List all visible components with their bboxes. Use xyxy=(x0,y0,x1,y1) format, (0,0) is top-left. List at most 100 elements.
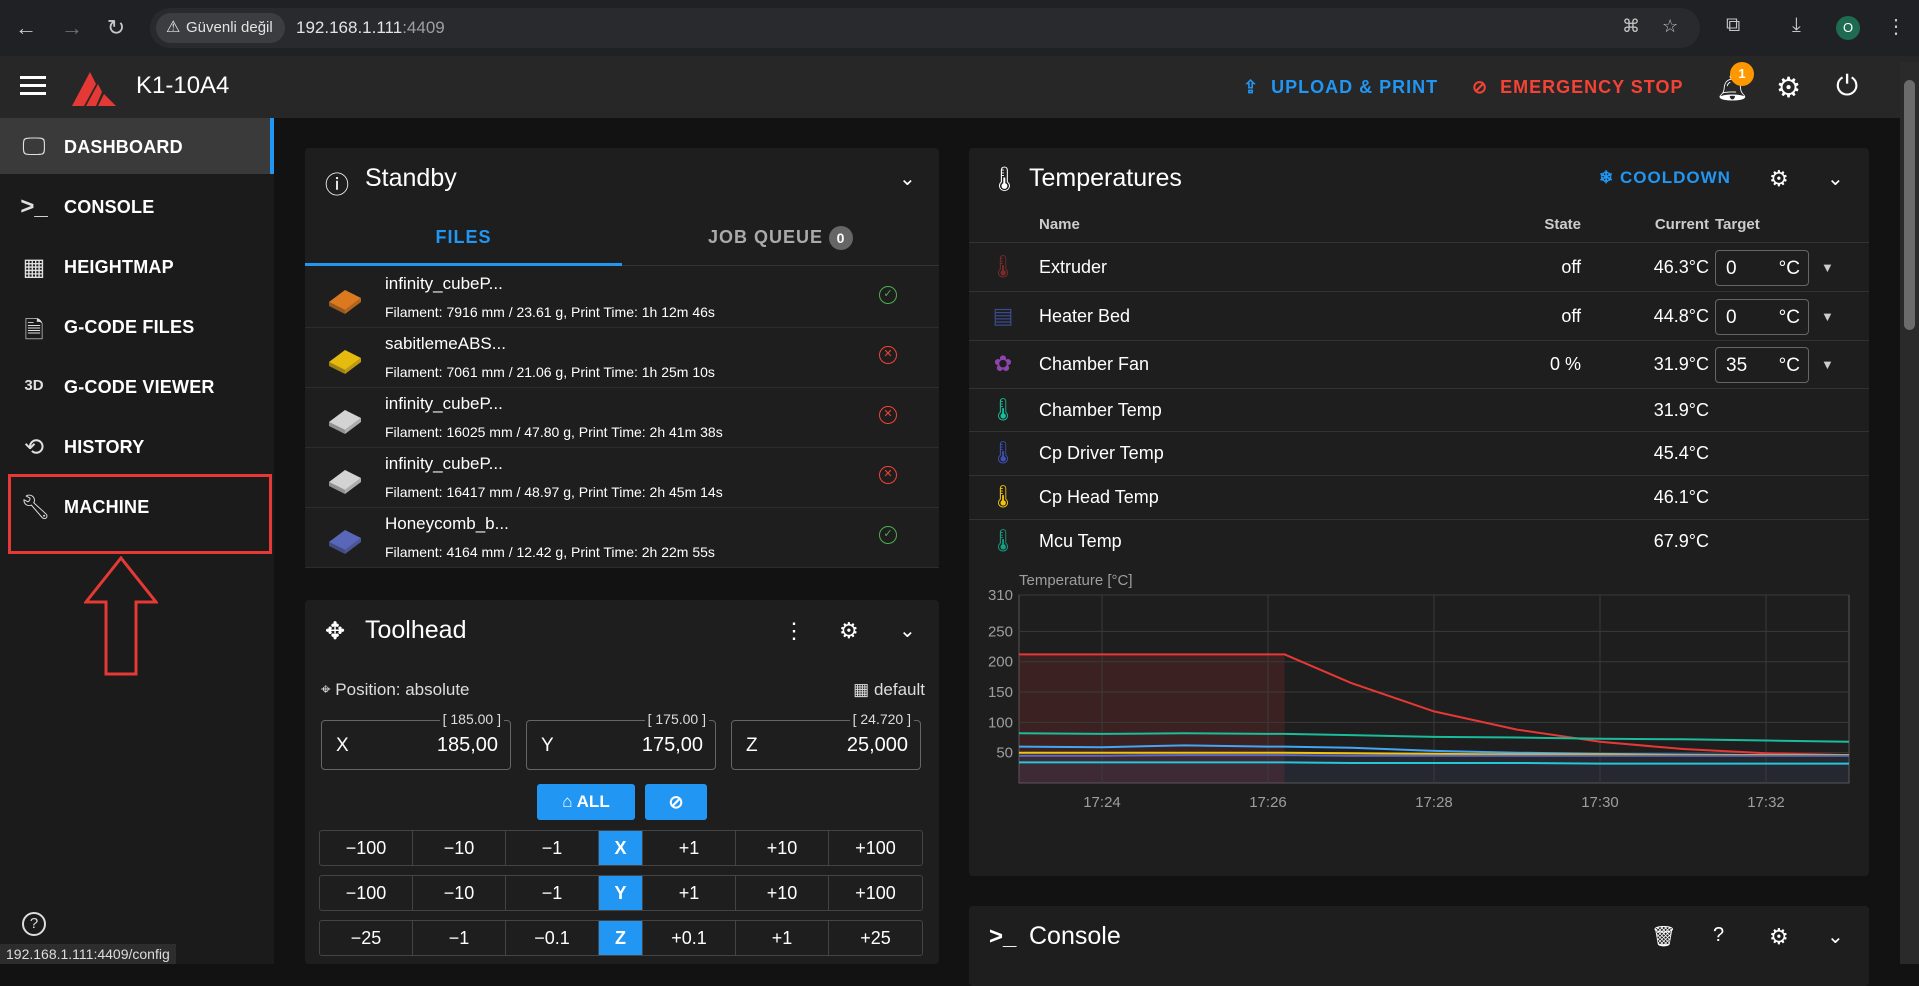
menu-icon[interactable] xyxy=(20,76,46,96)
toolhead-profile[interactable]: ▦ default xyxy=(853,680,925,700)
jog-button-x[interactable]: +1 xyxy=(643,831,736,865)
profile-avatar[interactable]: O xyxy=(1836,16,1860,40)
y-axis-label: Temperature [°C] xyxy=(1019,572,1133,589)
file-meta: Filament: 16417 mm / 48.97 g, Print Time… xyxy=(385,484,723,500)
tab-job-queue[interactable]: JOB QUEUE 0 xyxy=(622,208,939,266)
target-temp-input[interactable]: 0 °C xyxy=(1715,250,1809,286)
y-tick-label: 150 xyxy=(988,684,1013,701)
help-icon[interactable]: ? xyxy=(1713,924,1724,947)
x-position-field[interactable]: [ 185.00 ] X 185,00 xyxy=(321,711,511,770)
jog-button-z[interactable]: +0.1 xyxy=(643,921,736,955)
reload-icon[interactable]: ↻ xyxy=(102,14,130,42)
jog-button-z[interactable]: −25 xyxy=(320,921,413,955)
sidebar-item-heightmap[interactable]: ▦ HEIGHTMAP xyxy=(0,238,274,294)
sensor-current: 45.4°C xyxy=(1653,443,1709,463)
home-icon: ⌂ xyxy=(562,792,577,811)
jog-button-y[interactable]: +1 xyxy=(643,876,736,910)
jog-row-x: −100 −10 −1 X +1 +10 +100 xyxy=(319,830,923,866)
jog-button-z[interactable]: −0.1 xyxy=(506,921,599,955)
file-name: infinity_cubeP... xyxy=(385,274,503,293)
sidebar-item-gcode-viewer[interactable]: 3D G-CODE VIEWER xyxy=(0,358,274,414)
cooldown-button[interactable]: ❄ COOLDOWN xyxy=(1599,168,1731,188)
help-icon[interactable]: ? xyxy=(22,912,46,936)
file-list-item[interactable]: infinity_cubeP... Filament: 16025 mm / 47… xyxy=(305,388,939,448)
page-scrollbar[interactable] xyxy=(1900,62,1919,964)
browser-menu-icon[interactable]: ⋮ xyxy=(1886,14,1906,39)
jog-button-x[interactable]: −1 xyxy=(506,831,599,865)
sidebar-item-history[interactable]: ⟲ HISTORY xyxy=(0,418,274,474)
jog-button-z[interactable]: −1 xyxy=(413,921,506,955)
settings-gears-icon[interactable]: ⚙ xyxy=(1776,71,1801,104)
file-list-item[interactable]: infinity_cubeP... Filament: 7916 mm / 23.… xyxy=(305,268,939,328)
chevron-down-icon[interactable]: ⌄ xyxy=(1827,924,1844,949)
preset-dropdown-icon[interactable]: ▼ xyxy=(1821,309,1834,324)
x-tick-label: 17:28 xyxy=(1415,794,1453,811)
column-name: Name xyxy=(1039,216,1080,233)
chevron-down-icon[interactable]: ⌄ xyxy=(899,166,916,191)
temperatures-panel: 🌡︎ Temperatures ❄ COOLDOWN ⚙ ⌄ Name Stat… xyxy=(969,148,1869,876)
security-chip[interactable]: ⚠ Güvenli değil xyxy=(156,13,285,43)
thermometer-lines-icon: 🌡︎ xyxy=(989,166,1020,193)
jog-button-x[interactable]: −100 xyxy=(320,831,413,865)
file-list-item[interactable]: sabitlemeABS... Filament: 7061 mm / 21.06… xyxy=(305,328,939,388)
annotation-arrow xyxy=(84,556,158,676)
sidebar-item-gcode-files[interactable]: 🗎 G-CODE FILES xyxy=(0,298,274,354)
file-list-item[interactable]: infinity_cubeP... Filament: 16417 mm / 48… xyxy=(305,448,939,508)
gear-icon[interactable]: ⚙ xyxy=(839,618,859,644)
jog-button-y[interactable]: −100 xyxy=(320,876,413,910)
forward-icon[interactable]: → xyxy=(58,14,86,42)
z-position-field[interactable]: [ 24.720 ] Z 25,000 xyxy=(731,711,921,770)
file-name: infinity_cubeP... xyxy=(385,454,503,473)
printer-name: K1-10A4 xyxy=(136,72,230,99)
sidebar-item-dashboard[interactable]: 🖵 DASHBOARD xyxy=(0,118,274,174)
file-thumbnail xyxy=(329,350,361,374)
gear-icon[interactable]: ⚙ xyxy=(1769,924,1789,950)
extensions-icon[interactable]: ⧉ xyxy=(1726,14,1740,37)
jog-button-y[interactable]: +100 xyxy=(829,876,922,910)
warning-icon: ⚠ xyxy=(166,19,181,36)
tab-files[interactable]: FILES xyxy=(305,208,622,266)
jog-button-x[interactable]: +10 xyxy=(736,831,829,865)
target-temp-input[interactable]: 35 °C xyxy=(1715,347,1809,383)
temperature-row: 🌡︎ Extruder off 46.3°C 0 °C ▼ xyxy=(969,242,1869,291)
chevron-down-icon[interactable]: ⌄ xyxy=(899,618,916,643)
target-temp-input[interactable]: 0 °C xyxy=(1715,299,1809,335)
emergency-stop-button[interactable]: ⊘ EMERGENCY STOP xyxy=(1472,77,1683,98)
file-meta: Filament: 4164 mm / 12.42 g, Print Time:… xyxy=(385,544,715,560)
gear-icon[interactable]: ⚙ xyxy=(1769,166,1789,192)
bookmark-star-icon[interactable]: ☆ xyxy=(1662,16,1678,37)
jog-button-y[interactable]: −10 xyxy=(413,876,506,910)
preset-dropdown-icon[interactable]: ▼ xyxy=(1821,260,1834,275)
creality-logo xyxy=(72,72,116,106)
jog-axis-label-z: Z xyxy=(599,921,643,955)
chevron-down-icon[interactable]: ⌄ xyxy=(1827,166,1844,191)
jog-button-y[interactable]: +10 xyxy=(736,876,829,910)
temperature-row: ▤ Heater Bed off 44.8°C 0 °C ▼ xyxy=(969,291,1869,340)
jog-button-x[interactable]: −10 xyxy=(413,831,506,865)
address-bar[interactable]: ⚠ Güvenli değil 192.168.1.111:4409 ⌘ ☆ xyxy=(150,8,1700,48)
toolhead-panel: ✥ Toolhead ⋮ ⚙ ⌄ ⌖ Position: absolute ▦ … xyxy=(305,600,939,964)
jog-button-y[interactable]: −1 xyxy=(506,876,599,910)
temperature-row: 🌡︎ Cp Head Temp 46.1°C xyxy=(969,475,1869,519)
home-all-button[interactable]: ⌂ ALL xyxy=(537,784,635,820)
motors-off-button[interactable]: ⊘ xyxy=(645,784,707,820)
status-url: 192.168.1.111:4409/config xyxy=(0,944,176,964)
back-icon[interactable]: ← xyxy=(12,14,40,42)
temperature-row: ✿ Chamber Fan 0 % 31.9°C 35 °C ▼ xyxy=(969,340,1869,388)
power-icon[interactable]: ⏻ xyxy=(1836,70,1858,103)
preset-dropdown-icon[interactable]: ▼ xyxy=(1821,357,1834,372)
jog-row-y: −100 −10 −1 Y +1 +10 +100 xyxy=(319,875,923,911)
y-tick-label: 50 xyxy=(996,745,1013,762)
translate-icon[interactable]: ⌘ xyxy=(1622,16,1640,37)
jog-button-z[interactable]: +1 xyxy=(736,921,829,955)
jog-row-z: −25 −1 −0.1 Z +0.1 +1 +25 xyxy=(319,920,923,956)
jog-button-x[interactable]: +100 xyxy=(829,831,922,865)
y-position-field[interactable]: [ 175.00 ] Y 175,00 xyxy=(526,711,716,770)
more-vertical-icon[interactable]: ⋮ xyxy=(783,618,805,644)
jog-button-z[interactable]: +25 xyxy=(829,921,922,955)
file-list-item[interactable]: Honeycomb_b... Filament: 4164 mm / 12.42 … xyxy=(305,508,939,568)
download-icon[interactable]: ⤓ xyxy=(1792,14,1801,37)
trash-icon[interactable]: 🗑︎ xyxy=(1651,924,1676,949)
sidebar-item-console[interactable]: >_ CONSOLE xyxy=(0,178,274,234)
upload-print-button[interactable]: ⇪ UPLOAD & PRINT xyxy=(1243,77,1438,98)
